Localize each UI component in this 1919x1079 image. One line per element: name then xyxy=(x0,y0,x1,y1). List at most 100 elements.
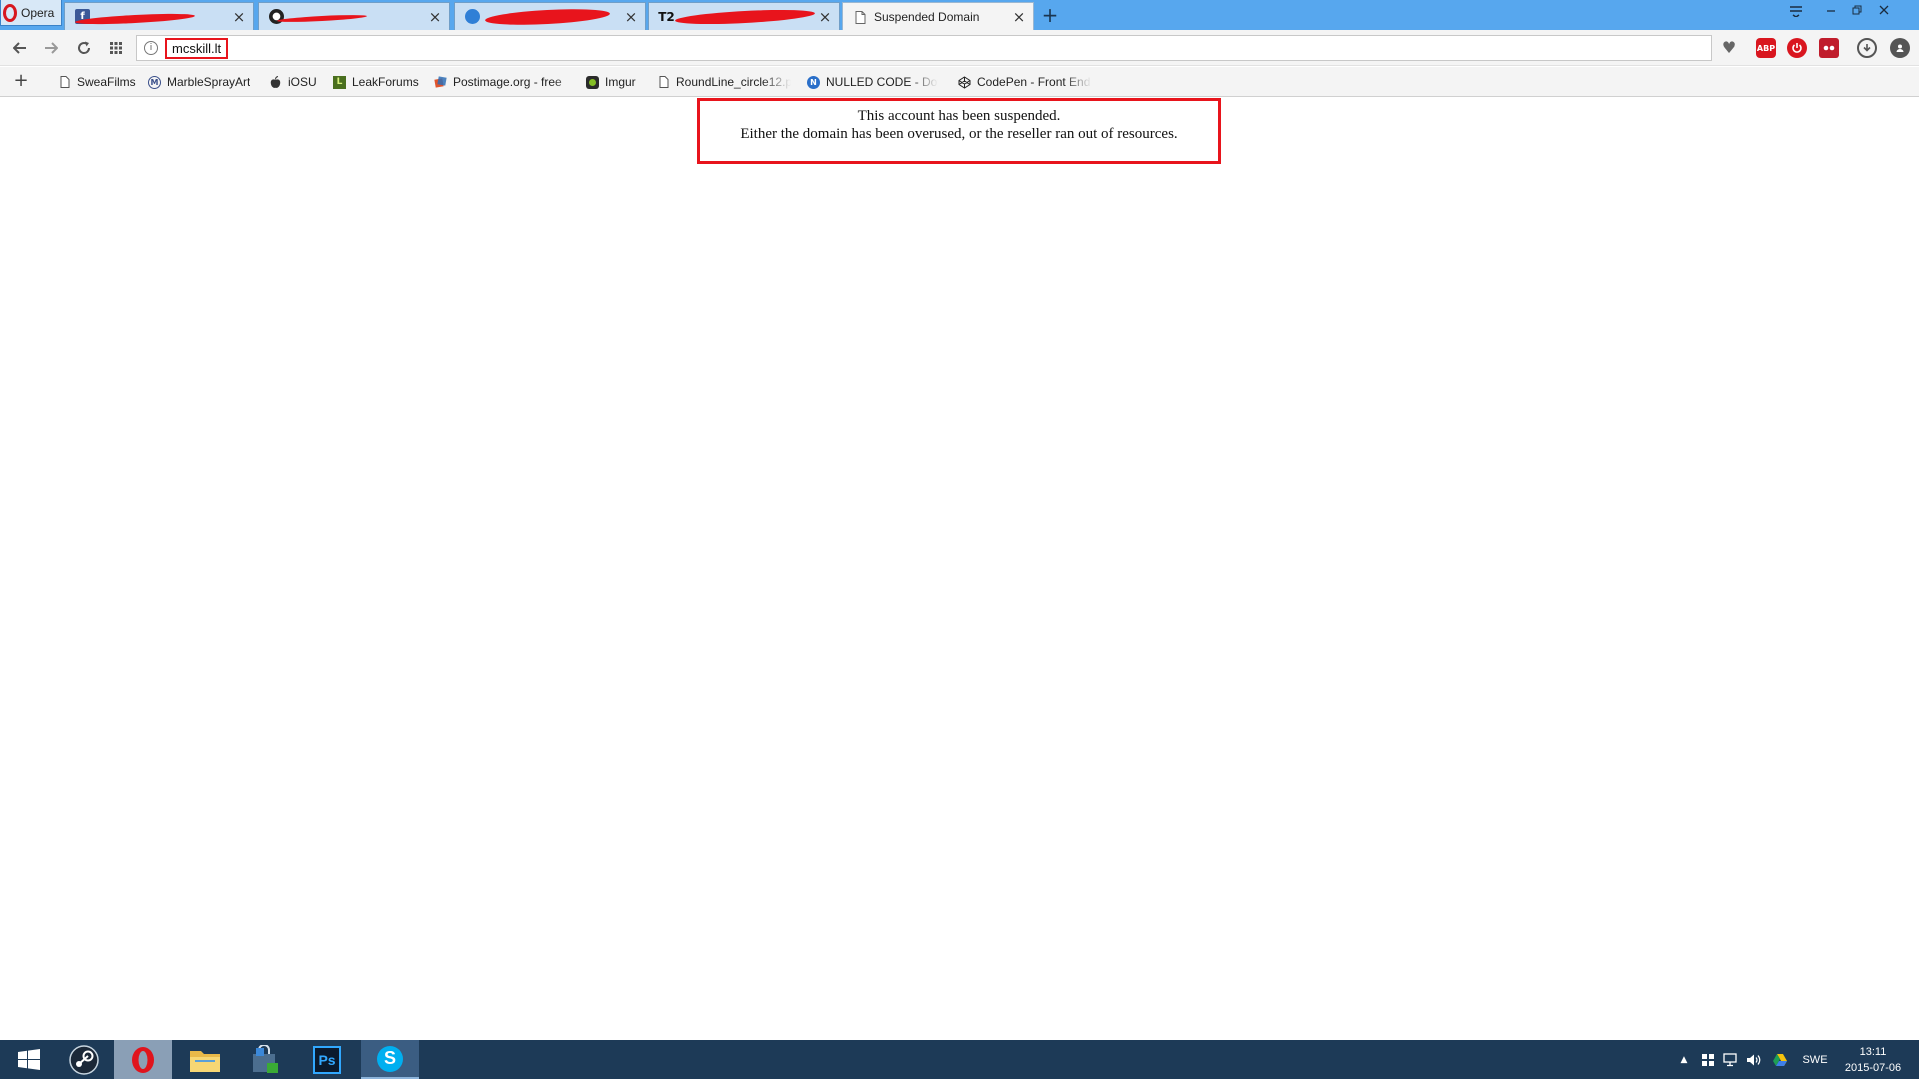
network-icon[interactable] xyxy=(1723,1052,1739,1068)
page-icon xyxy=(657,76,670,89)
postimage-icon xyxy=(434,75,447,89)
apple-icon xyxy=(269,75,282,89)
new-tab-button[interactable]: + xyxy=(1040,5,1060,25)
tab-facebook[interactable]: f × xyxy=(64,2,254,30)
arrow-right-icon xyxy=(45,42,58,54)
suspension-reason: Either the domain has been overused, or … xyxy=(740,126,1178,142)
grid-icon xyxy=(110,42,122,54)
navigation-toolbar: i mcskill.lt ♥ ABP xyxy=(0,30,1919,66)
speed-dial-button[interactable] xyxy=(106,38,126,58)
bookmark-label: Postimage.org - free xyxy=(453,75,562,89)
tab-github[interactable]: ● × xyxy=(258,2,450,30)
clock-date: 2015-07-06 xyxy=(1844,1062,1902,1074)
download-icon[interactable] xyxy=(1857,38,1877,58)
adblock-plus-icon[interactable]: ABP xyxy=(1756,38,1776,58)
steam-icon xyxy=(69,1044,99,1075)
tab-close-button[interactable]: × xyxy=(623,9,639,25)
skype-icon: S xyxy=(377,1045,403,1072)
account-icon[interactable] xyxy=(1890,38,1910,58)
taskbar: Ps S ▲ SWE 13:11 2015-07-06 xyxy=(0,1040,1919,1079)
redaction-mark xyxy=(276,13,368,24)
extension-icon[interactable] xyxy=(1819,38,1839,58)
suspension-message: This account has been suspended. xyxy=(857,108,1061,124)
power-icon[interactable] xyxy=(1787,38,1807,58)
bookmark-label: Imgur xyxy=(605,75,636,89)
input-language-indicator[interactable]: SWE xyxy=(1799,1052,1831,1068)
bookmark-codepen[interactable]: CodePen - Front End xyxy=(958,73,1092,91)
page-icon xyxy=(58,76,71,89)
store-icon xyxy=(253,1044,278,1073)
clock-time: 13:11 xyxy=(1859,1046,1887,1058)
reload-icon xyxy=(78,41,91,54)
opera-menu-label: Opera xyxy=(21,5,55,20)
leakforums-icon: L xyxy=(333,75,346,89)
opera-logo-icon xyxy=(3,3,17,22)
taskbar-file-explorer[interactable] xyxy=(176,1040,234,1079)
tab-t2[interactable]: T2 × xyxy=(648,2,840,30)
tab-title: Suspended Domain xyxy=(874,10,980,24)
start-icon xyxy=(18,1048,40,1070)
redaction-mark xyxy=(674,7,816,27)
back-button[interactable] xyxy=(10,38,30,58)
suspension-notice: This account has been suspended. Either … xyxy=(697,98,1221,164)
site-info-icon[interactable]: i xyxy=(144,41,158,55)
imgur-icon xyxy=(586,75,599,89)
globe-icon xyxy=(465,9,480,24)
minimize-icon[interactable] xyxy=(1820,2,1842,22)
bookmark-label: RoundLine_circle12.p xyxy=(676,75,791,89)
tab-close-button[interactable]: × xyxy=(1011,9,1027,25)
arrow-left-icon xyxy=(13,42,26,54)
stash-heart-icon[interactable]: ♥ xyxy=(1718,37,1740,59)
add-bookmark-button[interactable]: + xyxy=(12,72,30,90)
photoshop-icon: Ps xyxy=(313,1045,341,1074)
forward-button[interactable] xyxy=(41,38,61,58)
bookmark-iosu[interactable]: iOSU xyxy=(269,73,317,91)
start-button[interactable] xyxy=(0,1040,58,1079)
codepen-icon xyxy=(958,75,971,89)
reload-button[interactable] xyxy=(74,38,94,58)
action-center-icon[interactable] xyxy=(1700,1052,1716,1068)
bookmark-label: SweaFilms xyxy=(77,75,136,89)
bookmark-leakforums[interactable]: L LeakForums xyxy=(333,73,419,91)
bookmark-label: iOSU xyxy=(288,75,317,89)
address-input[interactable]: mcskill.lt xyxy=(165,38,229,59)
t2-icon: T2 xyxy=(658,9,675,24)
tab-suspended-domain[interactable]: Suspended Domain × xyxy=(842,2,1034,31)
taskbar-skype[interactable]: S xyxy=(361,1040,419,1079)
opera-icon xyxy=(132,1046,154,1073)
close-window-icon[interactable] xyxy=(1873,2,1895,22)
bookmark-imgur[interactable]: Imgur xyxy=(586,73,636,91)
file-explorer-icon xyxy=(190,1050,220,1072)
bookmark-marblesprayart[interactable]: M MarbleSprayArt xyxy=(148,73,250,91)
restore-icon[interactable] xyxy=(1846,2,1868,22)
taskbar-steam[interactable] xyxy=(55,1040,113,1079)
bookmark-label: LeakForums xyxy=(352,75,419,89)
address-bar[interactable]: i mcskill.lt xyxy=(136,35,1712,61)
page-icon xyxy=(853,10,868,25)
tab-close-button[interactable]: × xyxy=(427,9,443,25)
google-drive-icon[interactable] xyxy=(1771,1052,1789,1068)
show-hidden-icons-icon[interactable]: ▲ xyxy=(1678,1052,1690,1068)
bookmark-label: NULLED CODE - Dow xyxy=(826,75,938,89)
bookmark-nulled-code[interactable]: N NULLED CODE - Dow xyxy=(807,73,938,91)
tab-close-button[interactable]: × xyxy=(231,9,247,25)
bookmark-label: MarbleSprayArt xyxy=(167,75,251,89)
nulled-icon: N xyxy=(807,75,820,89)
bookmark-sweafilms[interactable]: SweaFilms xyxy=(58,73,136,91)
taskbar-store[interactable] xyxy=(236,1040,294,1079)
taskbar-clock[interactable]: 13:11 2015-07-06 xyxy=(1838,1044,1908,1076)
bookmark-roundline[interactable]: RoundLine_circle12.p xyxy=(657,73,791,91)
taskbar-photoshop[interactable]: Ps xyxy=(298,1040,356,1079)
bookmark-label: CodePen - Front End xyxy=(977,75,1091,89)
taskbar-opera[interactable] xyxy=(114,1040,172,1079)
tab-strip: Opera f × ● × × T2 × Suspended Domain × … xyxy=(0,0,1919,31)
volume-icon[interactable] xyxy=(1746,1052,1762,1068)
bookmarks-bar: + SweaFilms M MarbleSprayArt iOSU L Leak… xyxy=(0,67,1919,97)
tab-globe[interactable]: × xyxy=(454,2,646,30)
bookmark-postimage[interactable]: Postimage.org - free xyxy=(434,73,585,91)
page-content: This account has been suspended. Either … xyxy=(0,97,1919,1040)
tab-close-button[interactable]: × xyxy=(817,9,833,25)
tab-menu-icon[interactable] xyxy=(1785,4,1807,24)
m-circle-icon: M xyxy=(148,75,161,89)
opera-menu-button[interactable]: Opera xyxy=(0,0,62,26)
